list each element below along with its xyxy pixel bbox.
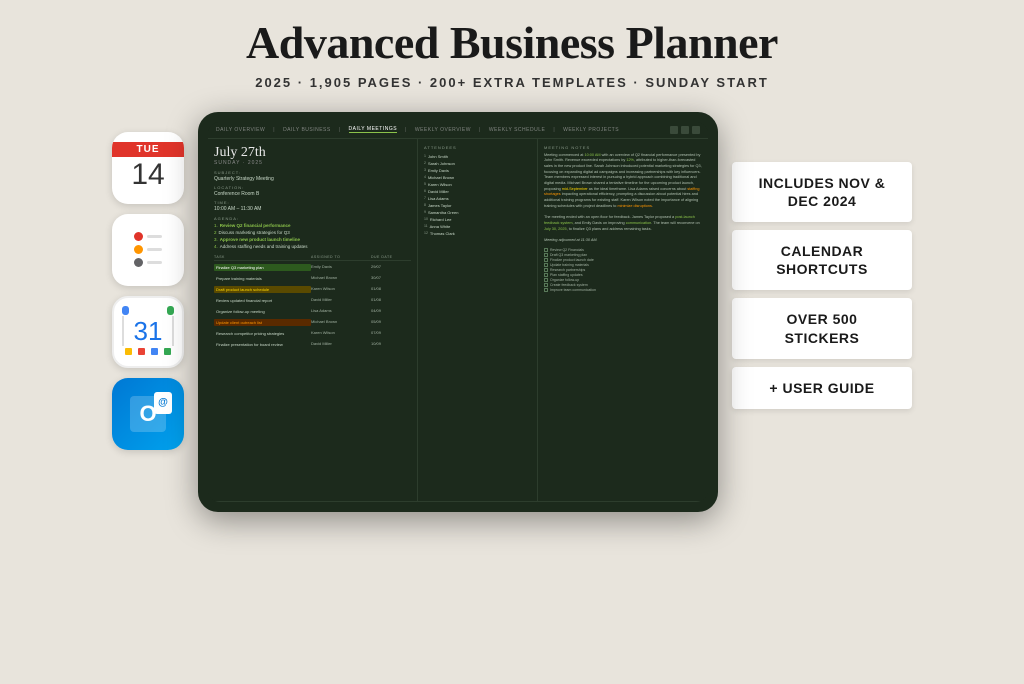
notes-text: Meeting commenced at 10:00 AM with an ov…	[544, 153, 702, 244]
left-icons-column: TUE 14	[112, 132, 184, 450]
nav-daily-business[interactable]: DAILY BUSINESS	[283, 127, 331, 133]
planner-date: July 27th	[214, 145, 411, 160]
attendee-4: 4Michael Brown	[424, 174, 531, 181]
tablet-screen: DAILY OVERVIEW | DAILY BUSINESS | DAILY …	[208, 122, 708, 502]
agenda-item-2: 2 Discuss marketing strategies for Q3	[214, 230, 411, 235]
task-row-1: Finalize Q3 marketing plan Emily Davis 2…	[214, 263, 411, 274]
task-row-4: Review updated financial report David Mi…	[214, 296, 411, 307]
check-item-2: Draft Q3 marketing plan	[544, 253, 702, 257]
attendee-6: 6David Miller	[424, 188, 531, 195]
nav-icon-1[interactable]	[670, 126, 678, 134]
nav-weekly-schedule[interactable]: WEEKLY SCHEDULE	[489, 127, 546, 133]
task-row-7: Research competitor pricing strategies K…	[214, 329, 411, 340]
reminder-item-3	[134, 259, 162, 267]
planner-date-sub: SUNDAY · 2025	[214, 160, 411, 166]
notes-label: MEETING NOTES	[544, 145, 702, 150]
tablet-device: DAILY OVERVIEW | DAILY BUSINESS | DAILY …	[198, 102, 718, 512]
attendee-7: 7Lisa Adams	[424, 195, 531, 202]
check-item-3: Finalize product launch date	[544, 258, 702, 262]
gcal-inner: 31	[122, 306, 174, 358]
time-field: TIME: 10:00 AM – 11:30 AM	[214, 200, 411, 212]
gcal-date-number: 31	[134, 316, 163, 347]
notes-column: MEETING NOTES Meeting commenced at 10:00…	[538, 139, 708, 501]
attendee-10: 10Richard Lee	[424, 216, 531, 223]
reminder-item-2	[134, 246, 162, 254]
task-row-8: Finalize presentation for board review D…	[214, 340, 411, 351]
check-item-1: Review Q2 Financials	[544, 248, 702, 252]
badge-nov-dec: INCLUDES NOV & DEC 2024	[732, 162, 912, 222]
header: Advanced Business Planner 2025 · 1,905 P…	[0, 0, 1024, 98]
subtitle-bar: 2025 · 1,905 PAGES · 200+ EXTRA TEMPLATE…	[0, 75, 1024, 90]
attendee-9: 9Samantha Green	[424, 209, 531, 216]
nav-icon-3[interactable]	[692, 126, 700, 134]
attendee-11: 11Anna White	[424, 223, 531, 230]
task-row-6: Update client outreach list Michael Brow…	[214, 318, 411, 329]
task-row-3: Draft product launch schedule Karen Wils…	[214, 285, 411, 296]
check-item-6: Plan staffing updates	[544, 273, 702, 277]
planner-body: July 27th SUNDAY · 2025 SUBJECT: Quarter…	[208, 139, 708, 501]
check-item-9: Improve team communication	[544, 288, 702, 292]
nav-daily-meetings[interactable]: DAILY MEETINGS	[349, 126, 398, 133]
nav-weekly-projects[interactable]: WEEKLY PROJECTS	[563, 127, 619, 133]
attendee-8: 8James Taylor	[424, 202, 531, 209]
nav-icon-2[interactable]	[681, 126, 689, 134]
mini-checklist: Review Q2 Financials Draft Q3 marketing …	[544, 248, 702, 292]
check-item-8: Create feedback system	[544, 283, 702, 287]
attendee-3: 3Emily Davis	[424, 167, 531, 174]
reminder-item-1	[134, 233, 162, 241]
outlook-app-icon[interactable]: O @	[112, 378, 184, 450]
nav-daily-overview[interactable]: DAILY OVERVIEW	[216, 127, 265, 133]
subject-field: SUBJECT: Quarterly Strategy Meeting	[214, 170, 411, 182]
tasks-header: TASKASSIGNED TODUE DATE	[214, 255, 411, 261]
tablet-frame: DAILY OVERVIEW | DAILY BUSINESS | DAILY …	[198, 112, 718, 512]
attendee-2: 2Sarah Johnson	[424, 160, 531, 167]
agenda-item-4: 4. Address staffing needs and training u…	[214, 244, 411, 249]
calendar-day-label: TUE	[112, 142, 184, 157]
agenda-section: AGENDA: 1. Review Q2 financial performan…	[214, 216, 411, 249]
planner-bottom-bar	[208, 501, 708, 502]
attendees-column: ATTENDEES 1John Smith 2Sarah Johnson 3Em…	[418, 139, 538, 501]
planner-nav: DAILY OVERVIEW | DAILY BUSINESS | DAILY …	[208, 122, 708, 139]
page-title: Advanced Business Planner	[0, 18, 1024, 69]
badge-stickers: OVER 500 STICKERS	[732, 298, 912, 358]
check-item-4: Update training materials	[544, 263, 702, 267]
attendee-5: 5Karen Wilson	[424, 181, 531, 188]
attendee-12: 12Thomas Clark	[424, 230, 531, 237]
task-row-5: Organize follow-up meeting Lisa Adams 04…	[214, 307, 411, 318]
calendar-app-icon[interactable]: TUE 14	[112, 132, 184, 204]
google-calendar-app-icon[interactable]: 31	[112, 296, 184, 368]
reminders-app-icon[interactable]	[112, 214, 184, 286]
agenda-item-3: 3. Approve new product launch timeline	[214, 237, 411, 242]
planner-left-column: July 27th SUNDAY · 2025 SUBJECT: Quarter…	[208, 139, 418, 501]
badge-user-guide: + USER GUIDE	[732, 367, 912, 409]
right-badges-column: INCLUDES NOV & DEC 2024 CALENDAR SHORTCU…	[732, 162, 912, 409]
check-item-7: Organize follow-up	[544, 278, 702, 282]
calendar-date-number: 14	[131, 157, 164, 193]
attendee-1: 1John Smith	[424, 153, 531, 160]
attendees-label: ATTENDEES	[424, 145, 531, 150]
agenda-item-1: 1. Review Q2 financial performance	[214, 223, 411, 228]
nav-weekly-overview[interactable]: WEEKLY OVERVIEW	[415, 127, 471, 133]
check-item-5: Research partnerships	[544, 268, 702, 272]
task-row-2: Prepare training materials Michael Brown…	[214, 274, 411, 285]
main-area: TUE 14	[0, 98, 1024, 512]
badge-calendar-shortcuts: CALENDAR SHORTCUTS	[732, 230, 912, 290]
tasks-section: TASKASSIGNED TODUE DATE Finalize Q3 mark…	[214, 255, 411, 351]
location-field: LOCATION: Conference Room B	[214, 185, 411, 197]
